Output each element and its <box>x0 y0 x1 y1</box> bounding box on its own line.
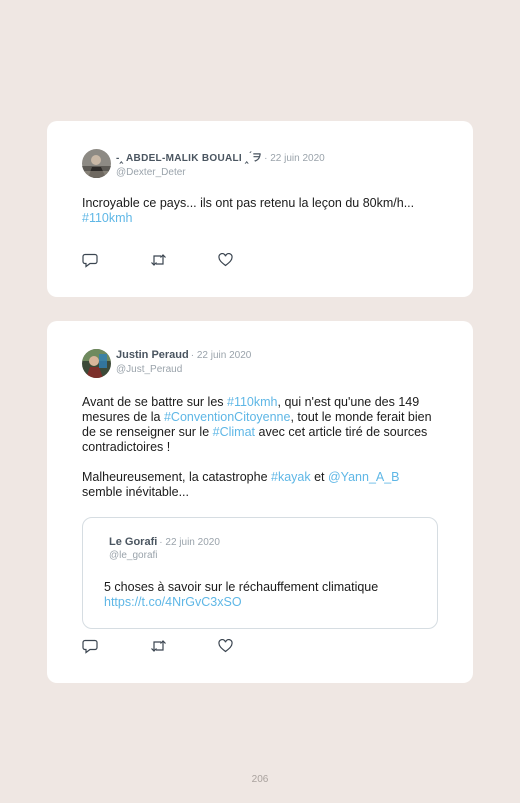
quoted-user-handle[interactable]: @le_gorafi <box>109 550 220 561</box>
tweet-date: · 22 juin 2020 <box>264 153 325 164</box>
tweet-actions <box>82 252 286 268</box>
like-icon <box>218 253 233 267</box>
tweet-text: Incroyable ce pays... ils ont pas retenu… <box>82 196 443 226</box>
reply-button[interactable] <box>82 252 150 268</box>
tweet-paragraph: Avant de se battre sur les #110kmh, qui … <box>82 395 443 455</box>
text-segment: semble inévitable... <box>82 485 190 499</box>
quoted-display-name[interactable]: Le Gorafi <box>109 536 157 548</box>
text-segment: Avant de se battre sur les <box>82 395 227 409</box>
user-handle[interactable]: @Just_Peraud <box>116 364 251 375</box>
reply-icon <box>82 253 98 268</box>
display-name[interactable]: Justin Peraud <box>116 349 189 361</box>
quoted-tweet-header: Le Gorafi · 22 juin 2020 @le_gorafi <box>109 536 220 561</box>
avatar[interactable] <box>82 149 111 178</box>
retweet-icon <box>151 640 166 652</box>
tweet-card: Justin Peraud · 22 juin 2020 @Just_Perau… <box>47 321 473 683</box>
avatar[interactable] <box>82 349 111 378</box>
like-button[interactable] <box>218 252 286 268</box>
tweet-actions <box>82 638 286 654</box>
user-handle[interactable]: @Dexter_Deter <box>116 167 325 178</box>
text-segment: et <box>310 470 328 484</box>
tweet-card: -‸ ABDEL-MALIK BOUALI ‸ ́ヲ · 22 juin 202… <box>47 121 473 297</box>
mention-link[interactable]: @Yann_A_B <box>328 470 400 484</box>
tweet-paragraph: Malheureusement, la catastrophe #kayak e… <box>82 470 443 500</box>
like-button[interactable] <box>218 638 286 654</box>
hashtag-link[interactable]: #Climat <box>213 425 255 439</box>
page-number: 206 <box>251 774 269 785</box>
tweet-header: Justin Peraud · 22 juin 2020 @Just_Perau… <box>82 349 251 378</box>
quoted-tweet-date: · 22 juin 2020 <box>159 537 220 548</box>
retweet-button[interactable] <box>150 638 218 654</box>
retweet-icon <box>151 254 166 266</box>
hashtag-link[interactable]: #kayak <box>271 470 311 484</box>
reply-button[interactable] <box>82 638 150 654</box>
hashtag-link[interactable]: #110kmh <box>227 395 278 409</box>
quoted-tweet-text: 5 choses à savoir sur le réchauffement c… <box>104 580 421 610</box>
hashtag-link[interactable]: #ConventionCitoyenne <box>164 410 290 424</box>
reply-icon <box>82 639 98 654</box>
display-name[interactable]: -‸ ABDEL-MALIK BOUALI ‸ ́ヲ <box>116 149 262 164</box>
tweet-date: · 22 juin 2020 <box>190 350 252 361</box>
tweet-text-plain: Incroyable ce pays... ils ont pas retenu… <box>82 196 415 210</box>
retweet-button[interactable] <box>150 252 218 268</box>
tweet-text: Avant de se battre sur les #110kmh, qui … <box>82 395 443 500</box>
like-icon <box>218 639 233 653</box>
quoted-tweet[interactable]: Le Gorafi · 22 juin 2020 @le_gorafi 5 ch… <box>82 517 438 629</box>
text-segment: Malheureusement, la catastrophe <box>82 470 271 484</box>
hashtag-link[interactable]: #110kmh <box>82 211 133 225</box>
quoted-text: 5 choses à savoir sur le réchauffement c… <box>104 580 379 594</box>
tweet-header: -‸ ABDEL-MALIK BOUALI ‸ ́ヲ · 22 juin 202… <box>82 149 325 178</box>
article-link[interactable]: https://t.co/4NrGvC3xSO <box>104 595 242 609</box>
